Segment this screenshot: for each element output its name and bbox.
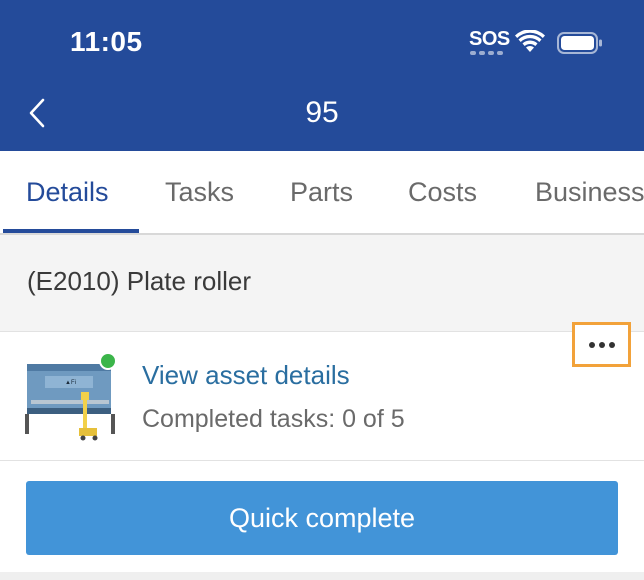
status-icons: SOS (469, 28, 603, 58)
page-title: 95 (305, 96, 339, 129)
completed-tasks-text: Completed tasks: 0 of 5 (142, 405, 405, 433)
sos-indicator: SOS (469, 28, 510, 58)
more-horizontal-icon (588, 341, 595, 348)
battery-icon (557, 32, 602, 54)
tab-costs[interactable]: Costs (408, 151, 477, 233)
asset-row: ▲Fi View asset details Completed tasks: … (0, 322, 644, 461)
view-asset-details-link[interactable]: View asset details (142, 360, 350, 391)
active-tab-indicator (3, 229, 139, 233)
wifi-icon (515, 30, 545, 52)
tab-business[interactable]: Business (535, 151, 644, 233)
quick-complete-button[interactable]: Quick complete (26, 481, 618, 555)
tab-tasks[interactable]: Tasks (165, 151, 234, 233)
chevron-left-icon (29, 98, 45, 128)
back-button[interactable] (20, 94, 54, 132)
status-time: 11:05 (70, 26, 143, 57)
app-header: 11:05 SOS 95 (0, 0, 644, 151)
tab-bar: Details Tasks Parts Costs Business (0, 151, 644, 235)
asset-status-indicator (99, 352, 117, 370)
sos-label: SOS (469, 28, 510, 50)
tab-details[interactable]: Details (26, 151, 109, 233)
tab-parts[interactable]: Parts (290, 151, 353, 233)
thumbnail-mark: ▲Fi (65, 380, 76, 386)
section-header: (E2010) Plate roller (0, 235, 644, 332)
asset-title: (E2010) Plate roller (27, 266, 251, 296)
bottom-divider (0, 572, 644, 580)
more-options-button[interactable] (572, 322, 631, 367)
